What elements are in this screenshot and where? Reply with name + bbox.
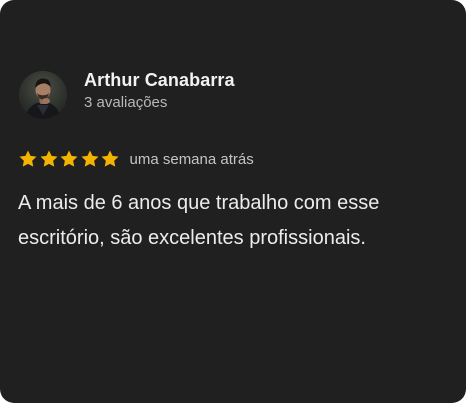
avatar[interactable]	[19, 71, 67, 119]
star-icon	[18, 149, 38, 169]
review-date: uma semana atrás	[129, 150, 254, 168]
star-rating	[18, 149, 121, 169]
rating-row: uma semana atrás	[18, 148, 254, 170]
review-card: Arthur Canabarra 3 avaliações uma semana…	[0, 0, 466, 403]
user-avatar-photo-icon	[19, 71, 67, 119]
star-icon	[100, 149, 120, 169]
star-icon	[39, 149, 59, 169]
star-icon	[80, 149, 100, 169]
author-review-count: 3 avaliações	[84, 94, 168, 111]
star-icon	[59, 149, 79, 169]
review-text: A mais de 6 anos que trabalho com esse e…	[18, 192, 380, 249]
author-name[interactable]: Arthur Canabarra	[84, 70, 235, 91]
